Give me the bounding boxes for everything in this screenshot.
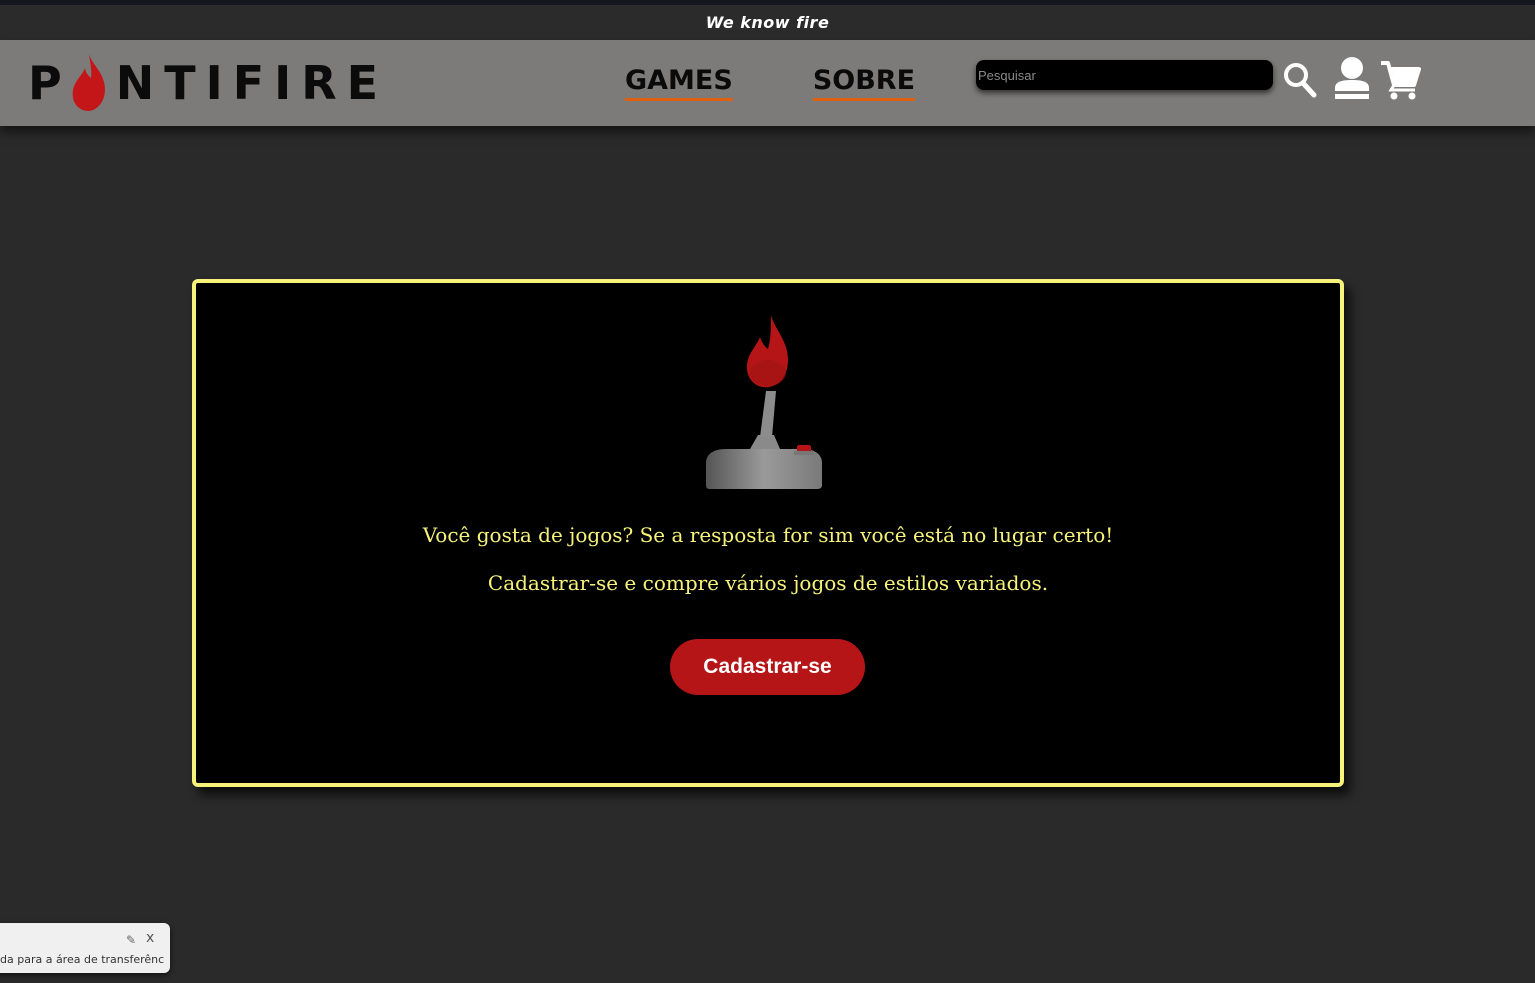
signup-message: Cadastrar-se e compre vários jogos de es… [487, 571, 1049, 595]
welcome-card: Você gosta de jogos? Se a resposta for s… [192, 279, 1344, 787]
joystick-flame-icon [706, 315, 822, 489]
logo-letters-rest: NTIFIRE [115, 56, 389, 110]
pin-icon[interactable]: ✎ [126, 933, 136, 947]
tagline-bar: We know fire [0, 5, 1535, 40]
search-icon [1284, 63, 1317, 98]
logo-letter-p: P [28, 56, 72, 110]
nav-sobre[interactable]: SOBRE [812, 64, 916, 101]
cart-icon [1381, 61, 1421, 100]
flame-logo-icon [72, 54, 105, 111]
user-icon [1335, 57, 1369, 99]
close-icon[interactable]: x [146, 930, 154, 946]
search-button[interactable] [1282, 58, 1318, 102]
welcome-message: Você gosta de jogos? Se a resposta for s… [422, 523, 1114, 547]
tagline: We know fire [705, 13, 830, 32]
cart-button[interactable] [1378, 58, 1422, 102]
main-nav: GAMES SOBRE [625, 64, 916, 101]
toast-text: da para a área de transferência [0, 953, 164, 966]
user-button[interactable] [1332, 56, 1372, 100]
search-input[interactable] [976, 60, 1273, 90]
clipboard-toast: ✎ x da para a área de transferência [0, 923, 170, 973]
logo-wordmark: P NTIFIRE [28, 52, 388, 114]
site-header: P NTIFIRE GAMES SOBRE [0, 40, 1535, 126]
logo[interactable]: P NTIFIRE [28, 52, 388, 114]
signup-button[interactable]: Cadastrar-se [670, 639, 865, 695]
nav-games[interactable]: GAMES [625, 64, 733, 101]
